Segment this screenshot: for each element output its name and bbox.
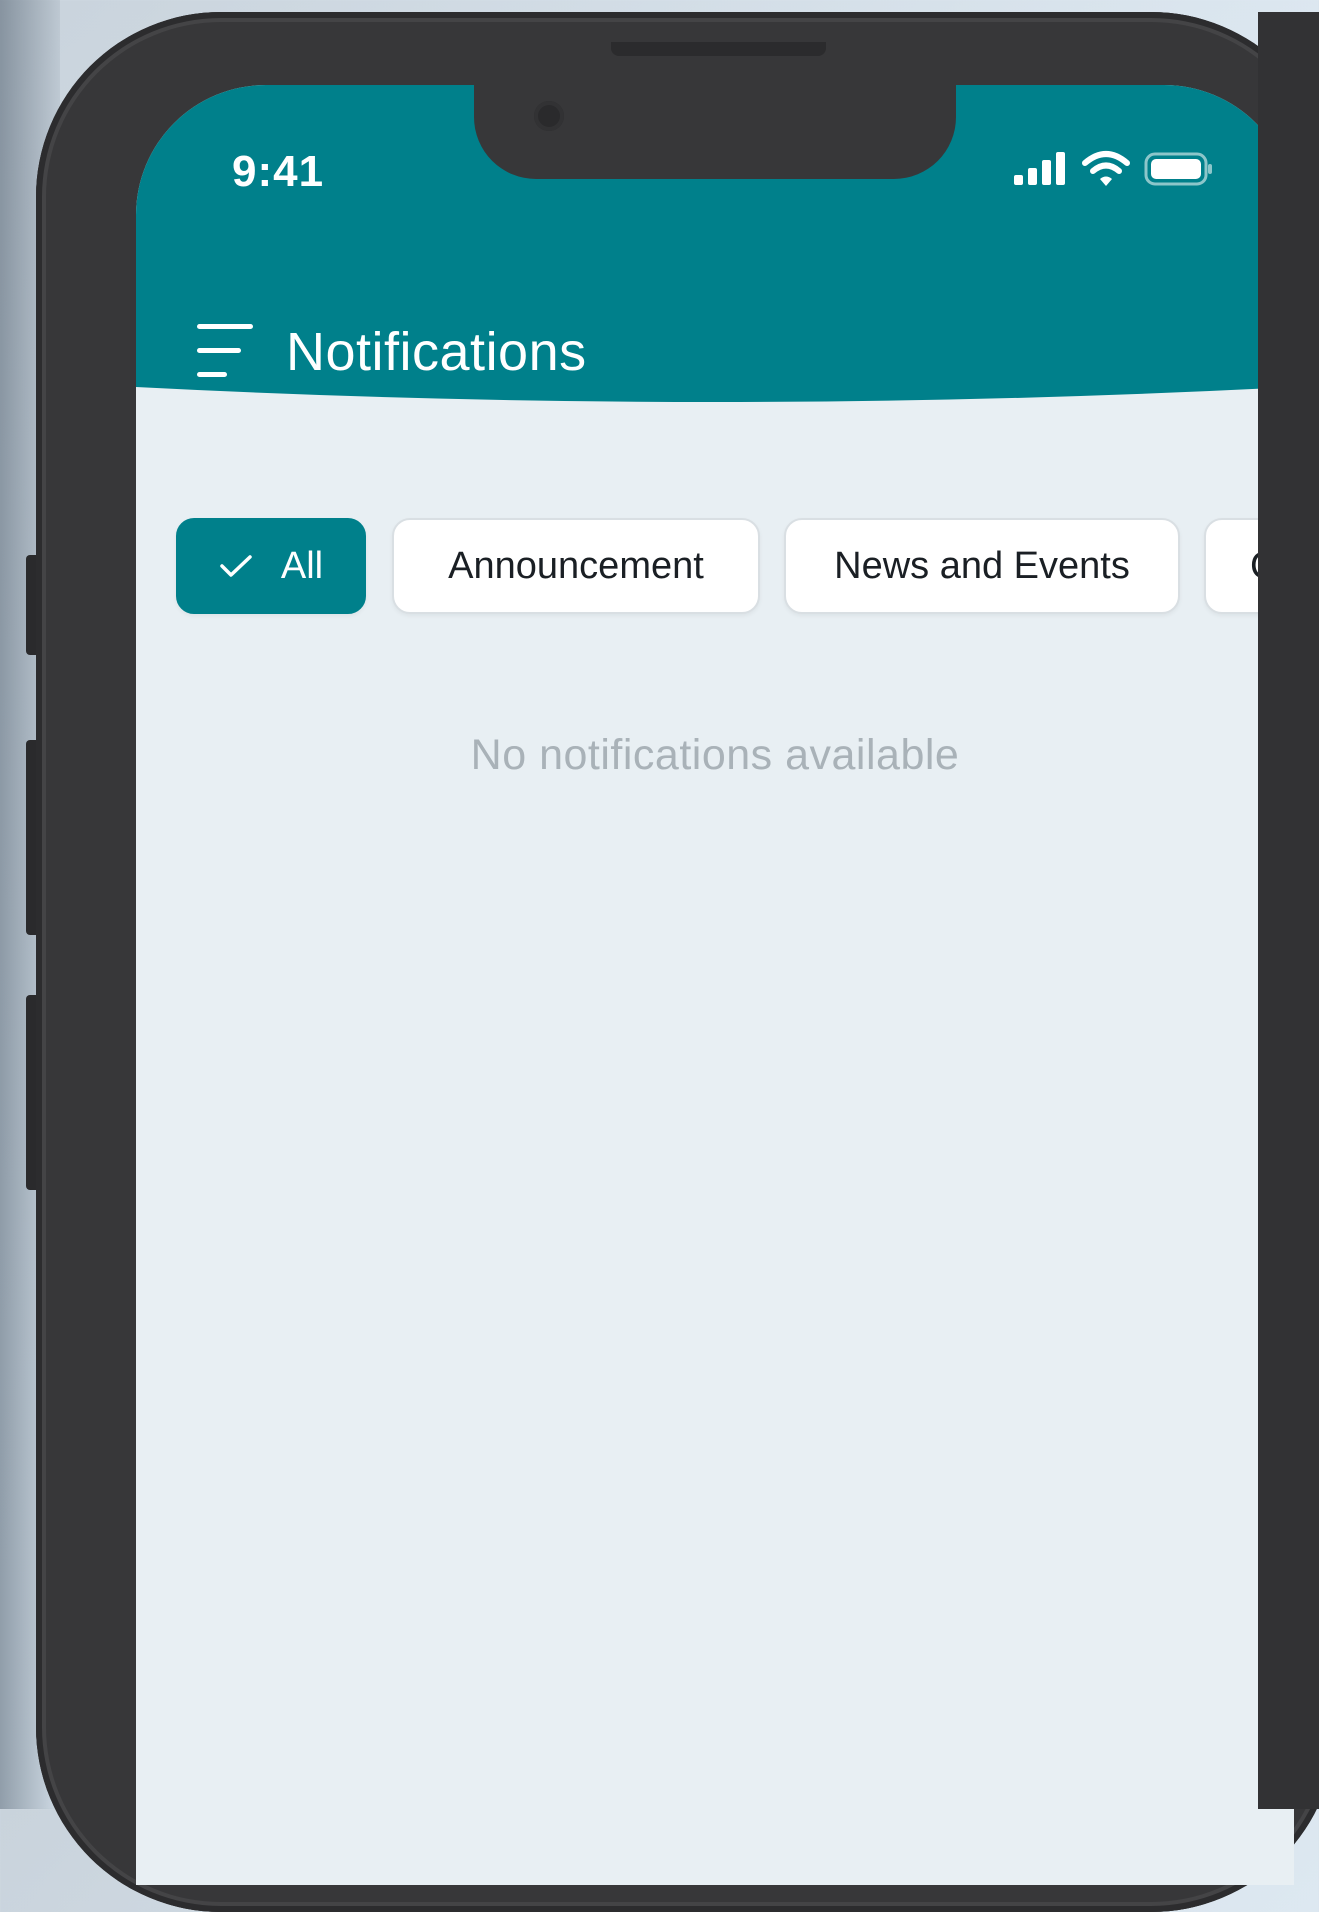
filter-chip-news-and-events[interactable]: News and Events (784, 518, 1180, 614)
phone-screen: 9:41 Notifications All Announcement News… (136, 85, 1294, 1885)
filter-chip-label: News and Events (834, 544, 1130, 587)
page-title: Notifications (286, 322, 587, 382)
phone-frame: 9:41 Notifications All Announcement News… (36, 12, 1319, 1912)
phone-right-bezel (1258, 12, 1319, 1809)
menu-icon[interactable] (193, 322, 257, 380)
front-camera (534, 101, 564, 131)
filter-chip-label: Announcement (448, 544, 704, 587)
filter-chip-label: All (280, 544, 324, 587)
speaker-slot (611, 42, 826, 56)
filter-chip-announcement[interactable]: Announcement (392, 518, 760, 614)
status-icons (1012, 147, 1214, 191)
check-icon (220, 555, 252, 577)
filter-chip-bar: All Announcement News and Events Co (176, 518, 1294, 616)
status-time: 9:41 (232, 147, 325, 196)
signal-icon (1012, 151, 1068, 187)
notch (474, 85, 956, 179)
wifi-icon (1082, 149, 1130, 189)
battery-icon (1144, 151, 1214, 187)
empty-state-message: No notifications available (470, 731, 960, 779)
filter-chip-all[interactable]: All (176, 518, 366, 614)
